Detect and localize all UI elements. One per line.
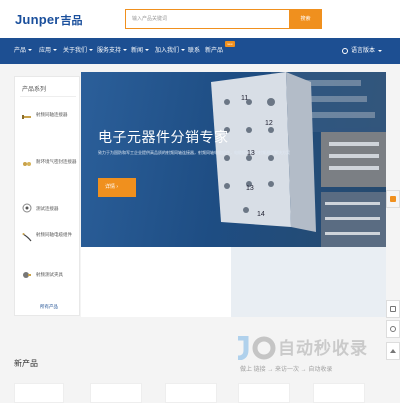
chevron-down-icon — [28, 49, 33, 52]
chevron-down-icon — [181, 49, 186, 52]
plate-number: 13 — [247, 150, 255, 157]
nav-item-news[interactable]: 新闻 — [131, 38, 150, 64]
product-card[interactable] — [313, 383, 365, 403]
chevron-down-icon — [145, 49, 150, 52]
search-input[interactable]: 输入产品关键词 — [125, 9, 290, 29]
main-nav: 产品 应用 关于我们 服务支持 新闻 加入我们 联系 新产品 new 语言版本 — [0, 38, 400, 64]
banner-title: 电子元器件分销专家 — [98, 129, 229, 145]
connector-thumbnail-icon — [22, 203, 32, 213]
fixture-thumbnail-icon — [23, 272, 31, 278]
nav-item-new-products[interactable]: 新产品 — [205, 38, 223, 64]
nav-item-contact[interactable]: 联系 — [188, 38, 200, 64]
banner-description: 致力于为国防和军工企业提供高品质的射频同轴连接器，射频同轴电缆组件，电缆组件以及… — [98, 150, 290, 155]
logo-latin-text: Junper — [15, 12, 60, 27]
new-badge: new — [225, 41, 235, 47]
watermark-text: 自动秒收录 — [278, 339, 368, 358]
chevron-down-icon — [89, 49, 94, 52]
product-card[interactable] — [165, 383, 217, 403]
cable-thumbnail-icon — [22, 233, 32, 242]
nav-item-support[interactable]: 服务支持 — [97, 38, 128, 64]
side-tab-up[interactable] — [386, 190, 400, 208]
plate-number: 12 — [265, 120, 273, 127]
logo-cn-text: 吉品 — [60, 15, 83, 27]
site-logo[interactable]: Junper 吉品 — [15, 12, 83, 28]
flame-icon — [390, 196, 396, 202]
watermark: 自动秒收录 做上 链接 → 来访一次 → 自动收录 — [232, 332, 400, 382]
banner-details-button[interactable]: 详情 › — [98, 178, 136, 197]
nav-item-join-us[interactable]: 加入我们 — [155, 38, 186, 64]
plate-number: 14 — [257, 211, 265, 218]
chevron-down-icon — [123, 49, 128, 52]
side-tab-chat[interactable] — [386, 300, 400, 318]
product-card[interactable] — [90, 383, 142, 403]
nav-item-about[interactable]: 关于我们 — [63, 38, 94, 64]
sidebar-title: 产品系列 — [22, 87, 47, 93]
language-label: 语言版本 — [350, 48, 375, 54]
nav-item-applications[interactable]: 应用 — [39, 38, 58, 64]
sidebar-divider — [20, 96, 76, 97]
new-products-heading: 新产品 — [14, 359, 38, 368]
top-header: Junper 吉品 输入产品关键词 搜索 — [0, 0, 400, 38]
nav-item-products[interactable]: 产品 — [14, 38, 33, 64]
chat-icon — [390, 306, 396, 312]
plate-number: 11 — [241, 95, 249, 102]
plate-number: 13 — [246, 185, 254, 192]
product-card[interactable] — [238, 383, 290, 403]
chevron-down-icon — [378, 50, 382, 52]
globe-icon — [341, 48, 348, 54]
hero-banner: 电子元器件分销专家 致力于为国防和军工企业提供高品质的射频同轴连接器，射频同轴电… — [81, 72, 386, 317]
all-products-link[interactable]: 所有产品 — [40, 304, 58, 310]
watermark-logo — [237, 336, 276, 360]
watermark-subtext: 做上 链接 → 来访一次 → 自动收录 — [240, 367, 333, 373]
connector-thumbnail-icon — [23, 162, 31, 166]
connector-thumbnail-icon — [22, 115, 31, 119]
product-card[interactable] — [14, 383, 64, 403]
language-switcher[interactable]: 语言版本 — [341, 38, 382, 64]
search-button[interactable]: 搜索 — [289, 9, 322, 29]
chevron-down-icon — [53, 49, 58, 52]
